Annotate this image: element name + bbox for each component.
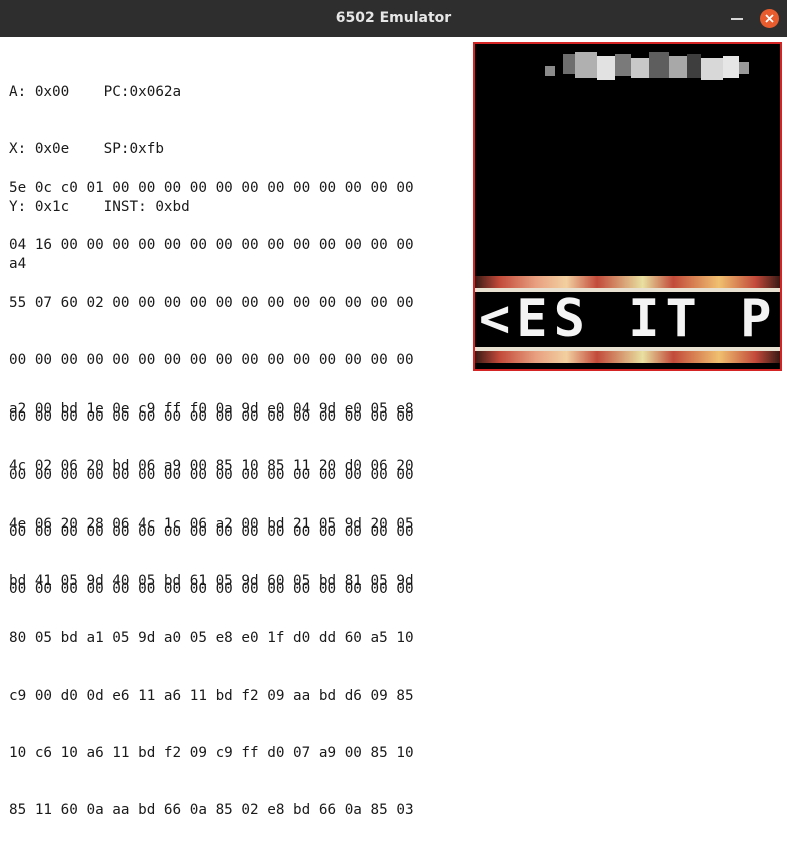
pixel-sprite [545,52,749,80]
window-title: 6502 Emulator [335,10,452,26]
memory-row: 55 07 60 02 00 00 00 00 00 00 00 00 00 0… [9,294,414,311]
emulator-screen[interactable]: <ES IT P [473,42,782,371]
close-icon [765,14,774,23]
minimize-icon[interactable] [731,18,743,20]
banner-text: <ES IT P [479,289,778,349]
program-row: bd 41 05 9d 40 05 bd 61 05 9d 60 05 bd 8… [9,573,414,590]
register-line-a-pc: A: 0x00 PC:0x062a [9,84,182,101]
banner-stripe-top [475,276,780,288]
program-row: 10 c6 10 a6 11 bd f2 09 c9 ff d0 07 a9 0… [9,744,414,761]
program-row: 4e 06 20 28 06 4c 1c 06 a2 00 bd 21 05 9… [9,515,414,532]
close-button[interactable] [760,9,779,28]
memory-row: 04 16 00 00 00 00 00 00 00 00 00 00 00 0… [9,237,414,254]
memory-row: 5e 0c c0 01 00 00 00 00 00 00 00 00 00 0… [9,180,414,197]
emulator-window: 6502 Emulator A: 0x00 PC:0x062a X: 0x0e … [0,0,787,818]
program-row: 85 11 60 0a aa bd 66 0a 85 02 e8 bd 66 0… [9,802,414,819]
program-dump: a2 00 bd 1e 0e c9 ff f0 0a 9d e0 04 9d e… [9,362,414,858]
program-row: c9 00 d0 0d e6 11 a6 11 bd f2 09 aa bd d… [9,687,414,704]
program-row: 4c 02 06 20 bd 06 a9 00 85 10 85 11 20 d… [9,458,414,475]
title-bar[interactable]: 6502 Emulator [0,0,787,37]
program-row: 80 05 bd a1 05 9d a0 05 e8 e0 1f d0 dd 6… [9,630,414,647]
program-row: a2 00 bd 1e 0e c9 ff f0 0a 9d e0 04 9d e… [9,401,414,418]
banner-stripe-bottom [475,351,780,363]
